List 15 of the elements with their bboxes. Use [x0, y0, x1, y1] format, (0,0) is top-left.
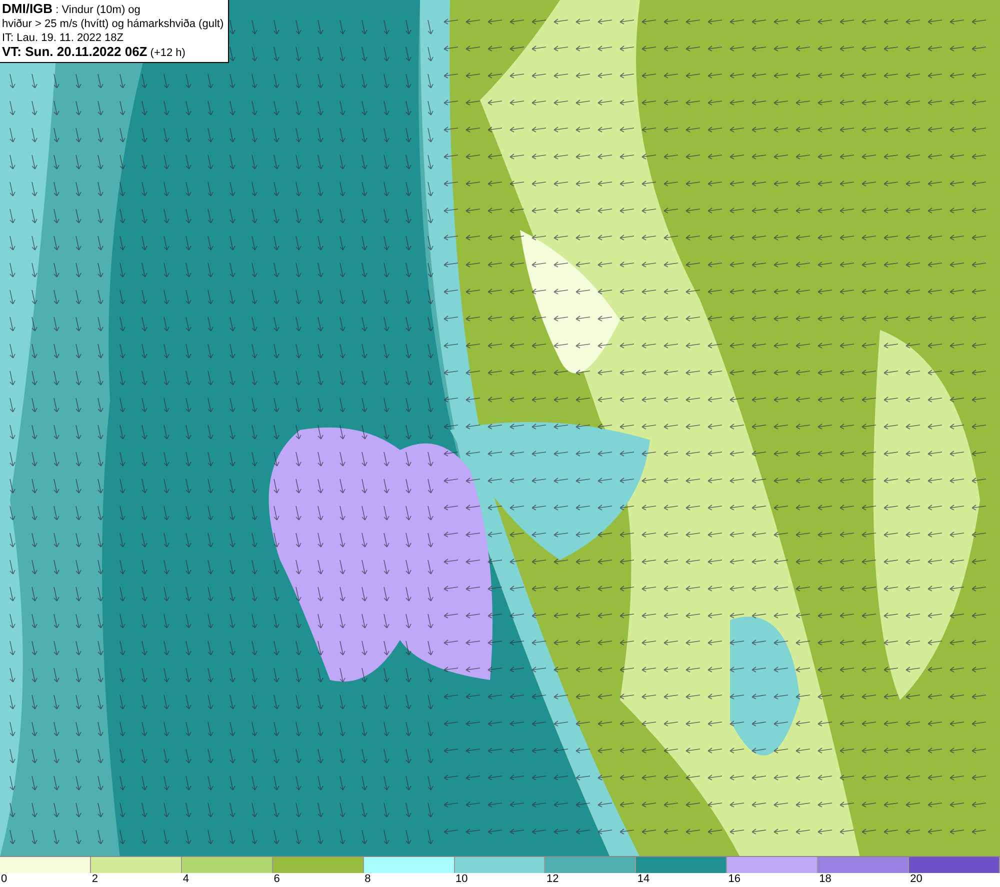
legend-label: 16 — [727, 873, 741, 886]
legend-label: 14 — [636, 873, 650, 886]
legend-label: 8 — [364, 873, 371, 886]
map-info-text: VT: Sun. 20.11.2022 06Z (+12 h) — [2, 45, 186, 60]
legend-label: 6 — [272, 873, 280, 886]
legend-label: 18 — [818, 873, 832, 886]
legend-label: 10 — [454, 873, 468, 886]
legend-label: 4 — [182, 873, 189, 886]
map-info-text: hviður > 25 m/s (hvítt) og hámarkshviða (gult) — [2, 17, 224, 31]
map-info-text: IT: Lau. 19. 11. 2022 18Z — [2, 31, 124, 45]
legend-label: 20 — [909, 873, 922, 886]
legend-label: 12 — [545, 873, 559, 886]
map-info-text: DMI/IGB : Vindur (10m) og — [2, 2, 142, 17]
legend-label: 2 — [90, 873, 98, 886]
legend-label: 0 — [0, 873, 8, 886]
